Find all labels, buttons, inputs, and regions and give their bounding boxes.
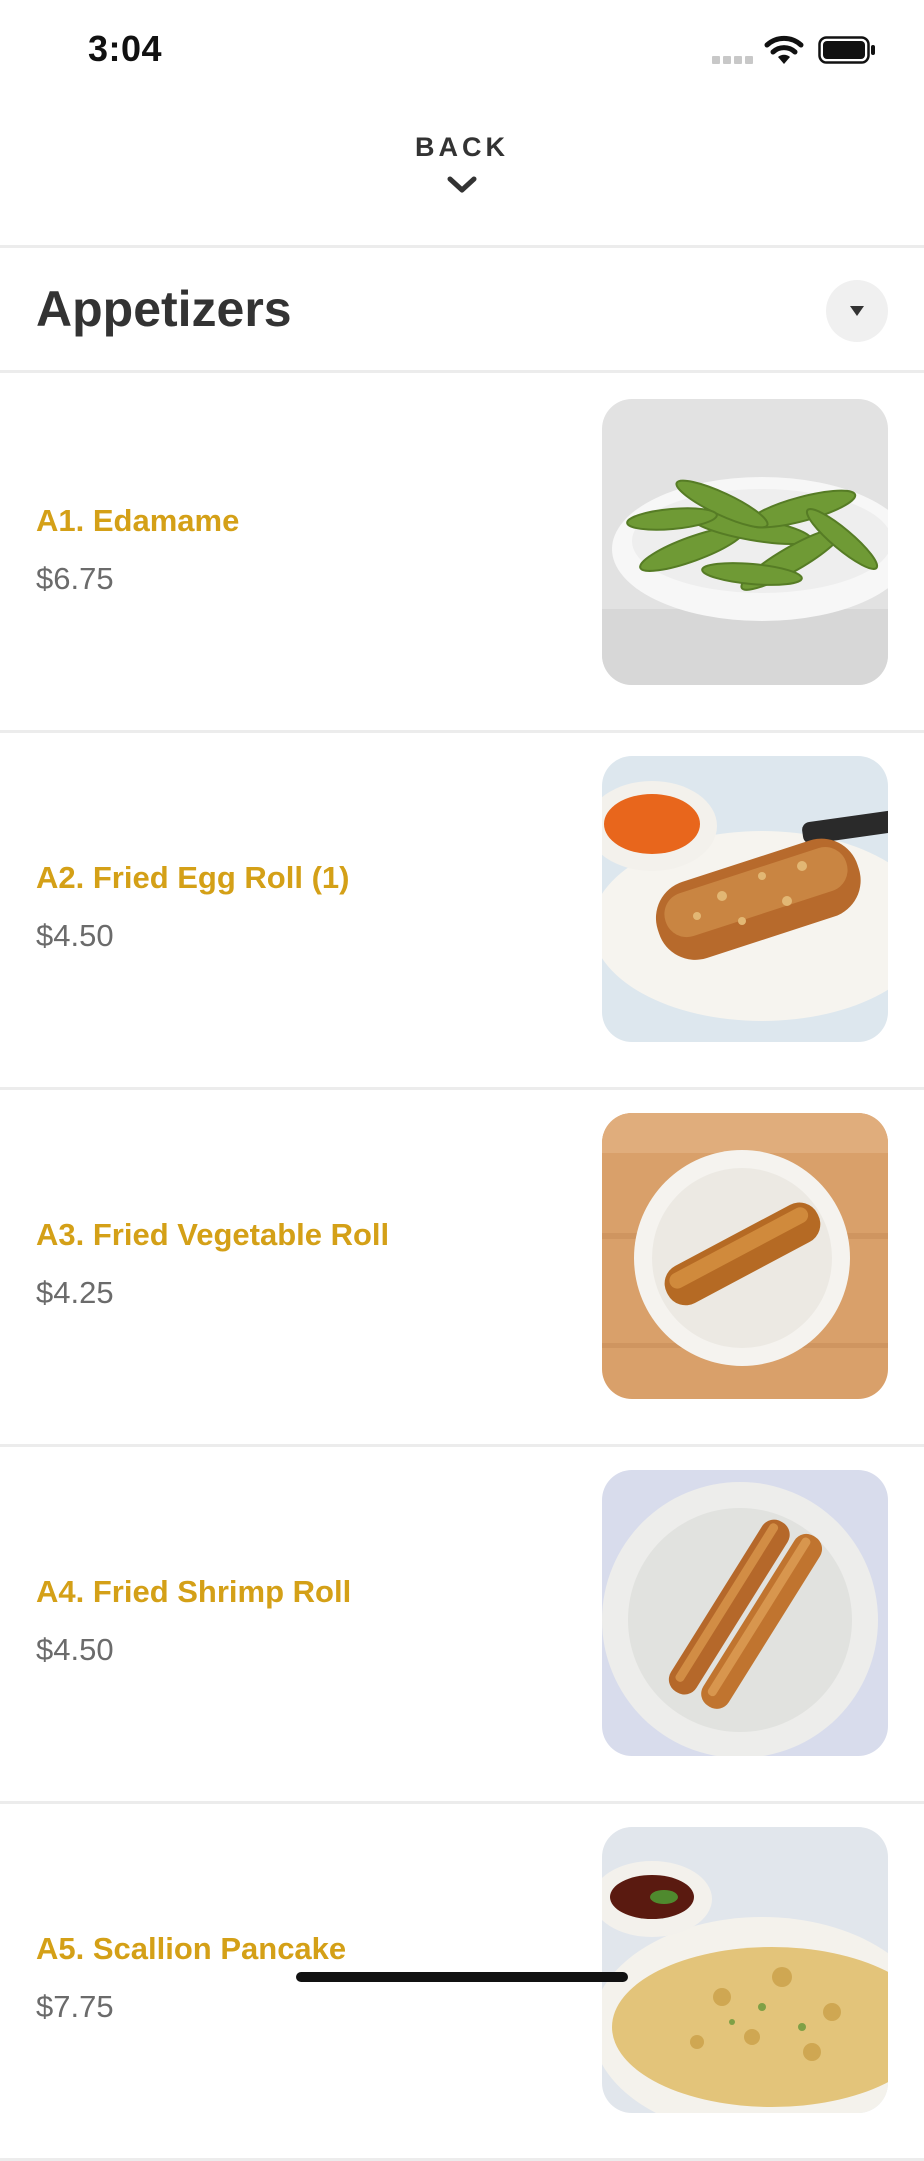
item-name: A2. Fried Egg Roll (1) xyxy=(36,860,350,895)
item-price: $4.50 xyxy=(36,1632,114,1667)
divider xyxy=(0,245,924,248)
menu-item-fried-vegetable-roll[interactable]: A3. Fried Vegetable Roll $4.25 xyxy=(0,1087,924,1447)
item-photo xyxy=(602,1470,888,1756)
menu-item-fried-egg-roll[interactable]: A2. Fried Egg Roll (1) $4.50 xyxy=(0,730,924,1090)
wifi-icon xyxy=(764,35,804,64)
category-dropdown-button[interactable] xyxy=(826,280,888,342)
status-time: 3:04 xyxy=(88,28,163,69)
menu-item-fried-shrimp-roll[interactable]: A4. Fried Shrimp Roll $4.50 xyxy=(0,1444,924,1804)
item-name: A4. Fried Shrimp Roll xyxy=(36,1574,352,1609)
item-name: A3. Fried Vegetable Roll xyxy=(36,1217,390,1252)
item-photo xyxy=(602,756,888,1042)
item-name: A5. Scallion Pancake xyxy=(36,1931,347,1966)
item-photo xyxy=(602,399,888,685)
item-price: $4.25 xyxy=(36,1275,114,1310)
status-bar: 3:04 xyxy=(0,0,924,100)
item-name: A1. Edamame xyxy=(36,503,240,538)
item-photo xyxy=(602,1113,888,1399)
menu-item-edamame[interactable]: A1. Edamame $6.75 xyxy=(0,373,924,733)
item-photo xyxy=(602,1827,888,2113)
item-price: $4.50 xyxy=(36,918,114,953)
home-indicator xyxy=(296,1972,628,1982)
back-button[interactable]: BACK xyxy=(0,132,924,195)
item-price: $6.75 xyxy=(36,561,114,596)
back-label: BACK xyxy=(415,132,509,162)
item-price: $7.75 xyxy=(36,1989,114,2024)
caret-down-icon xyxy=(850,306,864,316)
category-title: Appetizers xyxy=(36,281,292,337)
chevron-down-icon xyxy=(447,176,477,193)
battery-icon xyxy=(818,36,875,64)
signal-icon xyxy=(712,56,754,64)
